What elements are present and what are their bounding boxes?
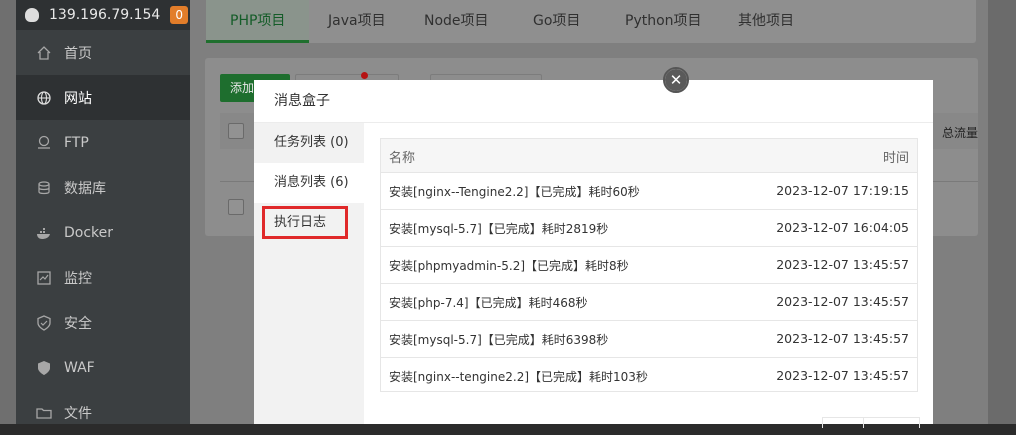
close-button[interactable]: ✕: [663, 67, 689, 93]
notification-badge[interactable]: 0: [170, 6, 188, 24]
column-header-traffic: 总流量: [942, 126, 979, 140]
select-all-checkbox[interactable]: [228, 123, 244, 139]
column-header-time: 时间: [882, 151, 909, 166]
project-tabs: PHP项目 Java项目 Node项目 Go项目 Python项目 其他项目: [206, 0, 976, 43]
sidebar-item-label: FTP: [64, 134, 89, 151]
server-ip: 139.196.79.154: [49, 7, 161, 23]
sidebar-item-label: WAF: [64, 359, 95, 376]
row-checkbox[interactable]: [228, 199, 244, 215]
background-edge: [0, 0, 16, 424]
pager-divider: [863, 418, 864, 428]
tab-go[interactable]: Go项目: [533, 0, 580, 43]
pagination[interactable]: [822, 417, 920, 428]
modal-title: 消息盒子: [274, 93, 330, 109]
database-icon: [36, 180, 52, 196]
row-time: 2023-12-07 13:45:57: [776, 368, 909, 383]
sidebar-item-label: 文件: [64, 405, 92, 422]
tab-other[interactable]: 其他项目: [738, 0, 794, 43]
modal-nav: 任务列表 (0) 消息列表 (6) 执行日志: [254, 123, 364, 424]
docker-icon: [36, 225, 52, 241]
row-time: 2023-12-07 13:45:57: [776, 257, 909, 272]
column-header-name: 名称: [389, 151, 416, 166]
background-edge-right: [988, 0, 1016, 424]
sidebar-item-label: 安全: [64, 315, 92, 332]
tab-node[interactable]: Node项目: [424, 0, 489, 43]
sidebar-item-waf[interactable]: WAF: [16, 345, 190, 390]
sidebar-item-label: 监控: [64, 270, 92, 287]
sidebar-item-label: 数据库: [64, 180, 106, 197]
row-name: 安装[nginx--tengine2.2]【已完成】耗时103秒: [389, 370, 648, 384]
table-row: 安装[nginx--tengine2.2]【已完成】耗时103秒 2023-12…: [381, 358, 917, 394]
shield-icon: [36, 314, 52, 331]
row-time: 2023-12-07 13:45:57: [776, 331, 909, 346]
server-header: 139.196.79.154 0: [16, 0, 190, 30]
logo-icon: [25, 8, 39, 22]
nav-task-list[interactable]: 任务列表 (0): [254, 123, 364, 163]
tab-java[interactable]: Java项目: [328, 0, 386, 43]
notice-dot: [361, 72, 368, 79]
sidebar-item-website[interactable]: 网站: [16, 75, 190, 120]
table-row: 安装[mysql-5.7]【已完成】耗时2819秒 2023-12-07 16:…: [381, 210, 917, 247]
sidebar-item-database[interactable]: 数据库: [16, 165, 190, 210]
sidebar-item-home[interactable]: 首页: [16, 30, 190, 75]
message-table-header: 名称 时间: [381, 139, 917, 173]
sidebar: 139.196.79.154 0 首页 网站 FTP 数据库 Docker 监控…: [16, 0, 190, 424]
message-box-modal: 消息盒子 任务列表 (0) 消息列表 (6) 执行日志 名称 时间 安装[ngi…: [254, 80, 933, 428]
row-time: 2023-12-07 16:04:05: [776, 220, 909, 235]
table-row: 安装[php-7.4]【已完成】耗时468秒 2023-12-07 13:45:…: [381, 284, 917, 321]
row-name: 安装[php-7.4]【已完成】耗时468秒: [389, 296, 588, 310]
sidebar-item-docker[interactable]: Docker: [16, 210, 190, 255]
sidebar-item-security[interactable]: 安全: [16, 300, 190, 345]
table-row: 安装[nginx--Tengine2.2]【已完成】耗时60秒 2023-12-…: [381, 173, 917, 210]
highlight-box: [262, 206, 348, 239]
message-table: 名称 时间 安装[nginx--Tengine2.2]【已完成】耗时60秒 20…: [380, 138, 918, 392]
tab-php[interactable]: PHP项目: [206, 0, 310, 43]
sidebar-item-label: 首页: [64, 45, 92, 62]
folder-icon: [36, 405, 52, 421]
row-name: 安装[mysql-5.7]【已完成】耗时2819秒: [389, 222, 609, 236]
tab-python[interactable]: Python项目: [625, 0, 702, 43]
sidebar-item-files[interactable]: 文件: [16, 390, 190, 435]
waf-shield-icon: [36, 360, 52, 376]
row-time: 2023-12-07 13:45:57: [776, 294, 909, 309]
table-row: 安装[phpmyadmin-5.2]【已完成】耗时8秒 2023-12-07 1…: [381, 247, 917, 284]
sidebar-item-ftp[interactable]: FTP: [16, 120, 190, 165]
modal-header: 消息盒子: [254, 80, 933, 123]
close-icon: ✕: [665, 69, 687, 91]
row-name: 安装[phpmyadmin-5.2]【已完成】耗时8秒: [389, 259, 629, 273]
ftp-icon: [36, 135, 52, 151]
sidebar-item-label: 网站: [64, 90, 92, 107]
nav-message-list[interactable]: 消息列表 (6): [254, 163, 364, 203]
monitor-icon: [36, 270, 52, 286]
sidebar-item-label: Docker: [64, 224, 114, 241]
sidebar-item-monitor[interactable]: 监控: [16, 255, 190, 300]
globe-icon: [36, 90, 52, 106]
row-name: 安装[mysql-5.7]【已完成】耗时6398秒: [389, 333, 609, 347]
table-row: 安装[mysql-5.7]【已完成】耗时6398秒 2023-12-07 13:…: [381, 321, 917, 358]
home-icon: [36, 45, 52, 61]
row-name: 安装[nginx--Tengine2.2]【已完成】耗时60秒: [389, 185, 640, 199]
row-time: 2023-12-07 17:19:15: [776, 183, 909, 198]
